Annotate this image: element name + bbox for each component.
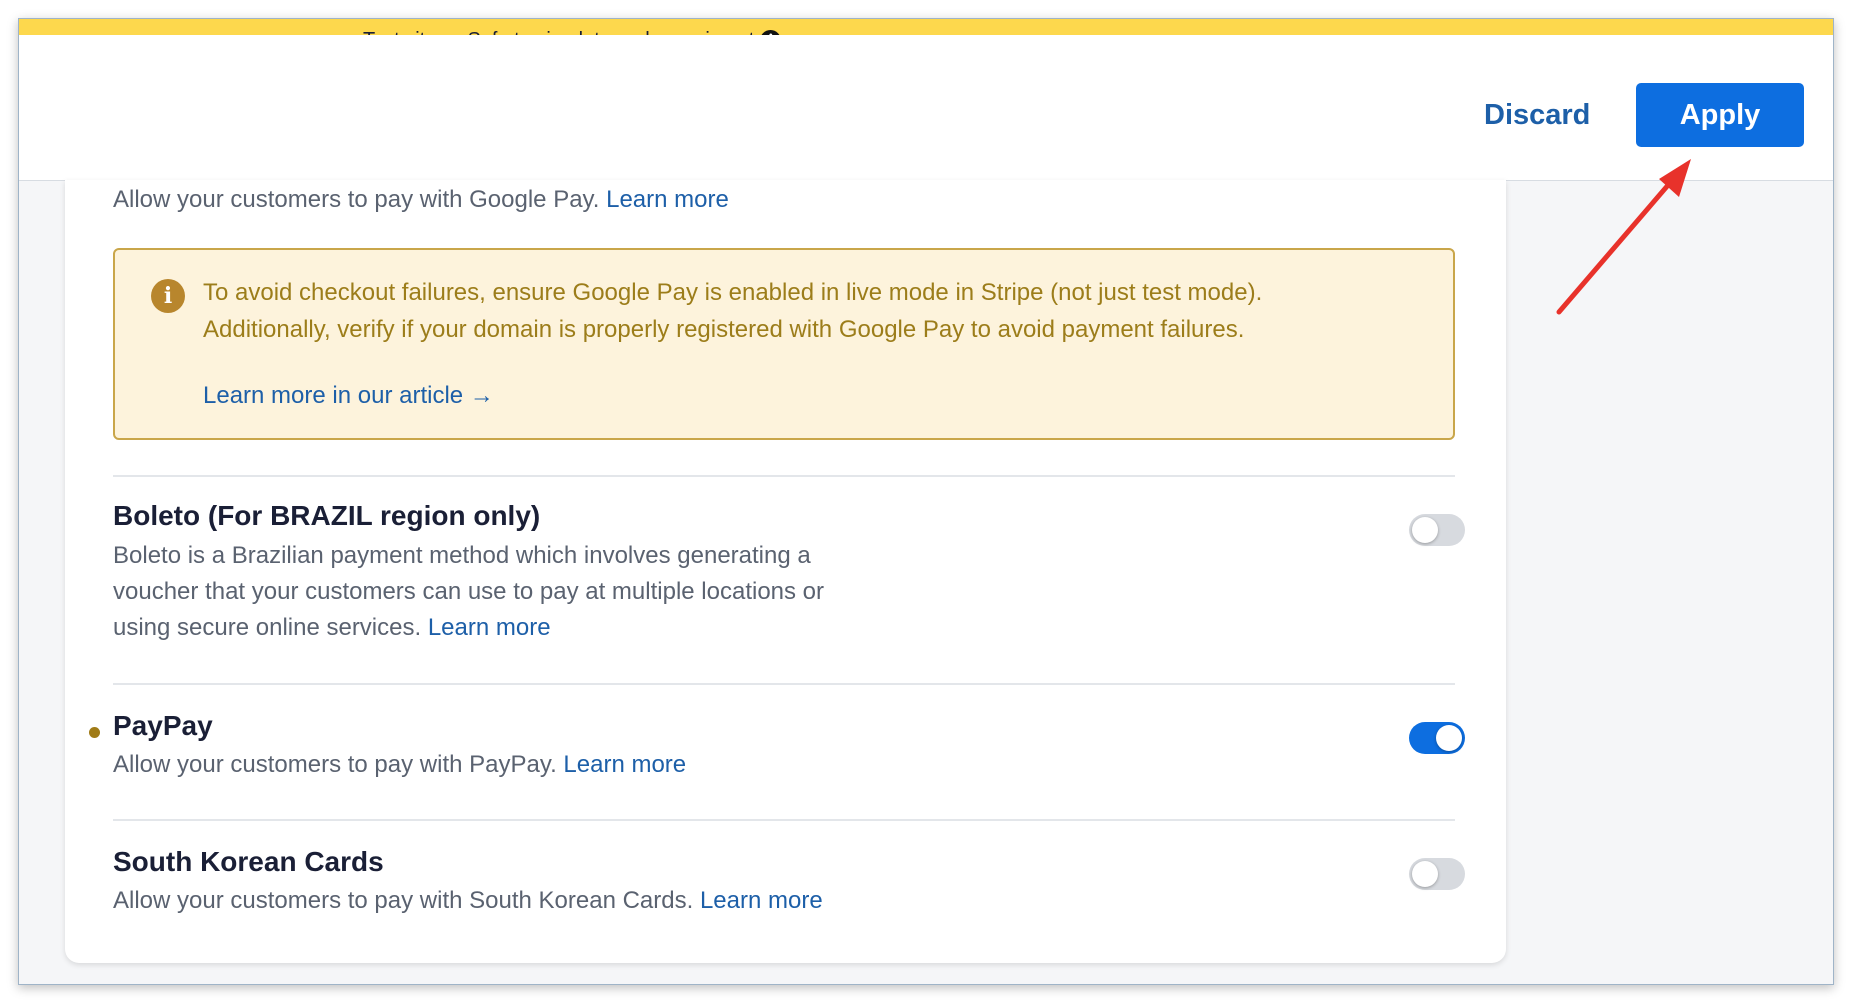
boleto-description: Boleto is a Brazilian payment method whi…	[113, 542, 825, 641]
boleto-title: Boleto (For BRAZIL region only)	[113, 500, 541, 531]
toggle-knob	[1412, 861, 1438, 887]
google-pay-warning: i To avoid checkout failures, ensure Goo…	[113, 248, 1455, 440]
paypay-title: PayPay	[113, 710, 213, 741]
toggle-knob	[1412, 517, 1438, 543]
apply-button[interactable]: Apply	[1636, 83, 1804, 147]
south-korean-cards-description: Allow your customers to pay with South K…	[113, 887, 823, 914]
toggle-knob	[1436, 725, 1462, 751]
discard-button[interactable]: Discard	[1484, 99, 1590, 132]
payment-methods-panel: Allow your customers to pay with Google …	[65, 180, 1506, 963]
south-korean-cards-title: South Korean Cards	[113, 846, 384, 877]
paypay-description: Allow your customers to pay with PayPay.…	[113, 751, 687, 778]
google-pay-learn-more-link[interactable]: Learn more	[606, 186, 729, 213]
warning-text: To avoid checkout failures, ensure Googl…	[203, 279, 1263, 343]
south-korean-cards-toggle[interactable]	[1409, 858, 1465, 890]
annotation-arrow-icon	[1556, 159, 1691, 315]
test-mode-bar	[19, 19, 1833, 35]
divider	[113, 819, 1455, 821]
unsaved-change-dot	[89, 727, 100, 738]
article-link[interactable]: Learn more in our article →	[203, 382, 494, 410]
google-pay-description: Allow your customers to pay with Google …	[113, 186, 729, 213]
boleto-toggle[interactable]	[1409, 514, 1465, 546]
south-korean-cards-learn-more-link[interactable]: Learn more	[700, 887, 823, 914]
info-icon: i	[151, 279, 185, 313]
divider	[113, 475, 1455, 477]
boleto-learn-more-link[interactable]: Learn more	[428, 614, 551, 641]
paypay-learn-more-link[interactable]: Learn more	[563, 751, 686, 778]
divider	[113, 683, 1455, 685]
app-window: Test site — Safe to simulate and experim…	[18, 18, 1834, 985]
paypay-toggle[interactable]	[1409, 722, 1465, 754]
